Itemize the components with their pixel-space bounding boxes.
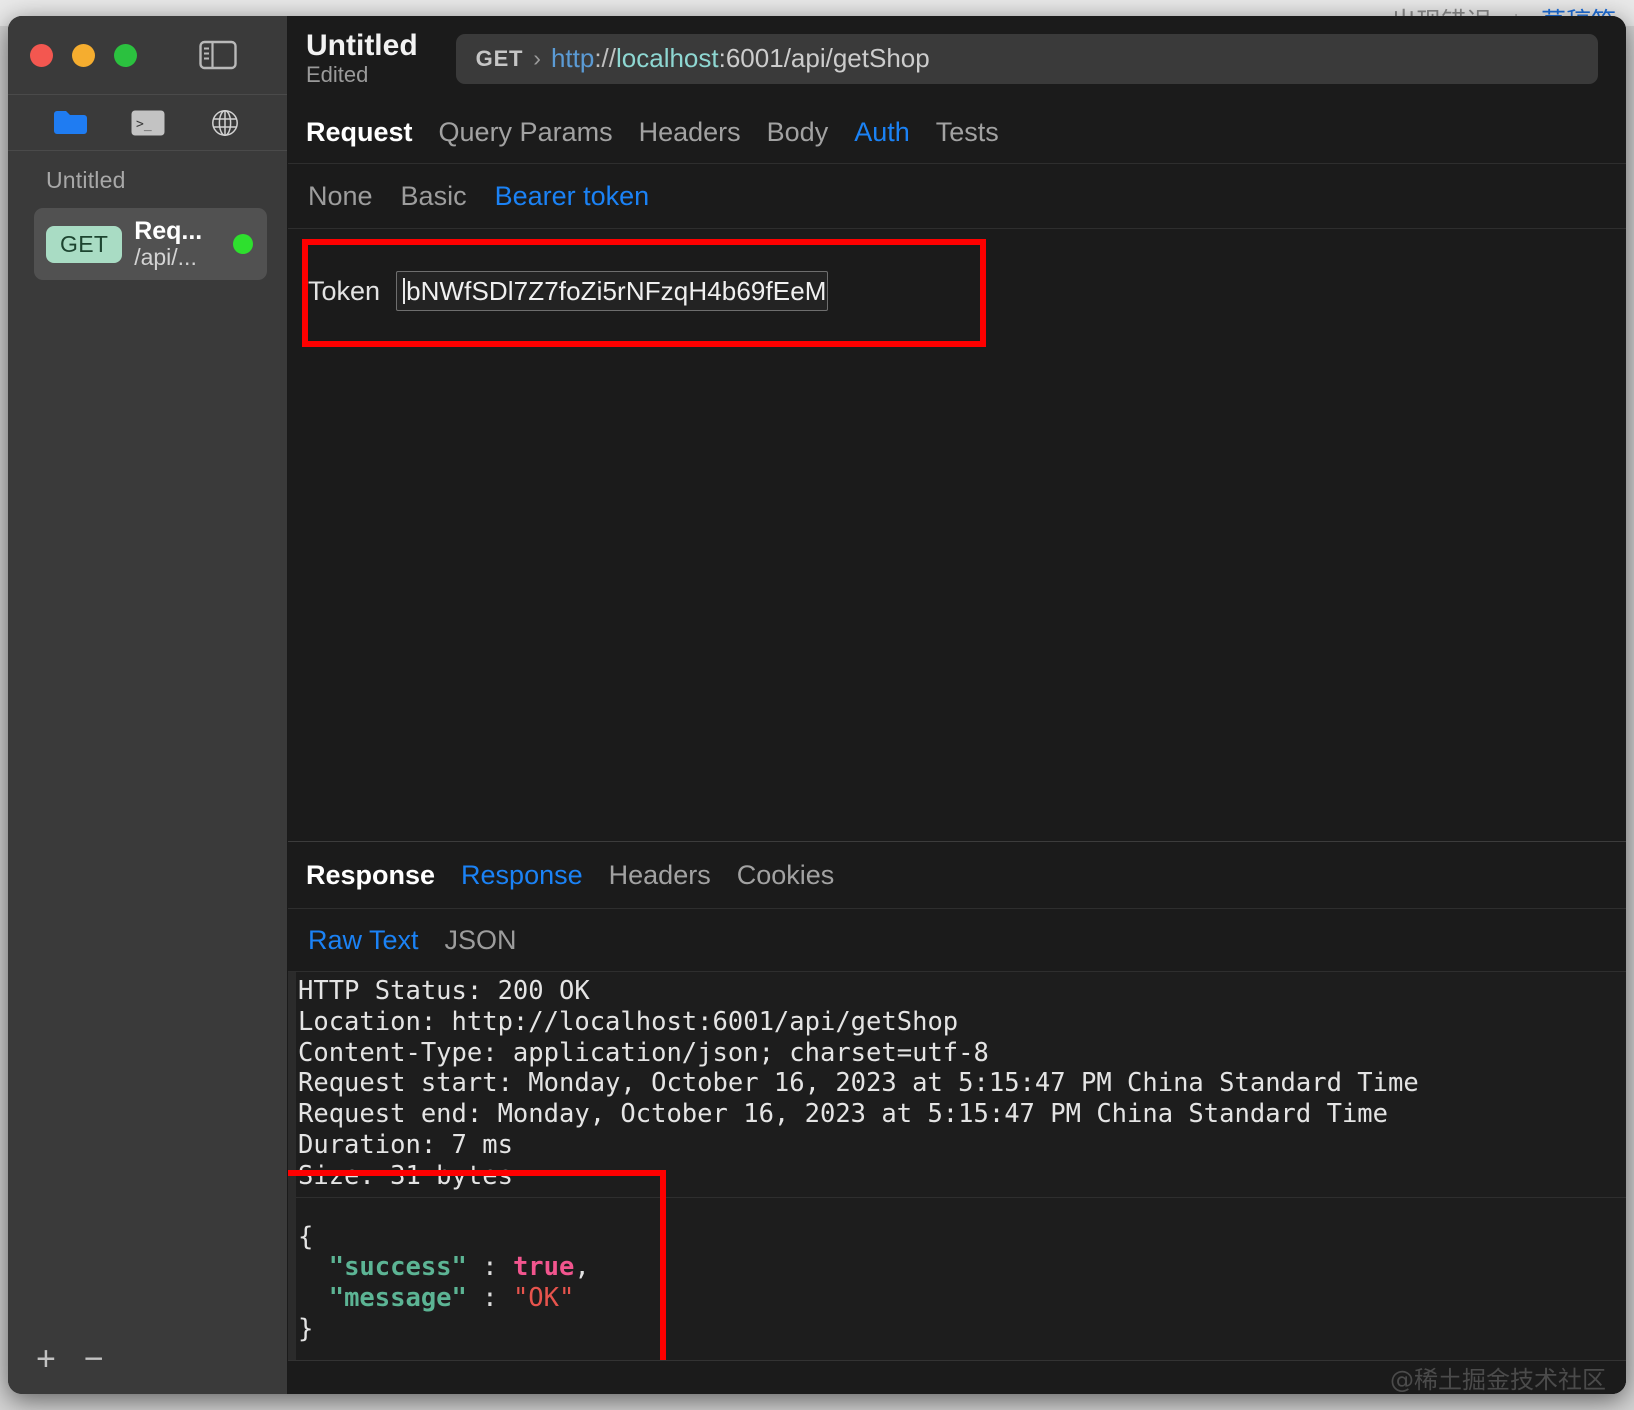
json-value-success: true — [512, 1252, 575, 1283]
response-meta-text: HTTP Status: 200 OK Location: http://loc… — [288, 972, 1626, 1192]
json-open-brace: { — [298, 1221, 314, 1252]
tab-auth[interactable]: Auth — [854, 117, 910, 148]
main-content: Untitled Edited GET › http://localhost:6… — [288, 16, 1626, 1394]
json-key-success: "success" — [328, 1252, 467, 1283]
tab-response-cookies[interactable]: Cookies — [737, 860, 835, 891]
auth-tab-bearer[interactable]: Bearer token — [495, 181, 650, 212]
sidebar-toggle-icon[interactable] — [199, 40, 237, 70]
meta-line-content-type: Content-Type: application/json; charset=… — [298, 1037, 989, 1068]
response-section-label: Response — [306, 859, 436, 890]
request-method-badge: GET — [46, 225, 123, 263]
tab-body[interactable]: Body — [767, 117, 829, 148]
svg-text:>_: >_ — [136, 117, 152, 132]
json-value-message: "OK" — [512, 1283, 575, 1314]
request-labels: Req... /api/... — [134, 217, 221, 271]
sidebar-footer: + − — [8, 1324, 287, 1394]
token-input[interactable]: bNWfSDl7Z7foZi5rNFzqH4b69fEeM — [396, 271, 829, 311]
maximize-window-button[interactable] — [114, 43, 137, 67]
remove-request-button[interactable]: − — [84, 1342, 104, 1376]
json-comma-0: , — [574, 1252, 590, 1283]
tab-response[interactable]: Response — [461, 860, 583, 891]
meta-line-request-end: Request end: Monday, October 16, 2023 at… — [298, 1099, 1389, 1130]
meta-line-duration: Duration: 7 ms — [298, 1129, 513, 1160]
document-status: Edited — [306, 61, 369, 87]
chevron-right-icon: › — [533, 45, 541, 71]
json-colon-0: : — [466, 1252, 513, 1283]
tab-json[interactable]: JSON — [445, 925, 517, 956]
url-method-label[interactable]: GET — [476, 46, 524, 72]
response-format-tab-bar: Raw Text JSON — [288, 909, 1626, 971]
json-close-brace: } — [298, 1313, 314, 1344]
auth-tab-basic[interactable]: Basic — [401, 181, 467, 212]
meta-line-size: Size: 31 bytes — [298, 1160, 513, 1191]
tab-headers[interactable]: Headers — [639, 117, 741, 148]
request-path: /api/... — [134, 245, 197, 271]
app-window: >_ Untitled GET Req... /api/... + − Unti… — [8, 16, 1626, 1394]
close-window-button[interactable] — [30, 43, 53, 67]
json-colon-1: : — [466, 1283, 513, 1314]
sidebar-section-title: Untitled — [46, 167, 126, 193]
auth-type-tab-bar: None Basic Bearer token — [288, 164, 1626, 228]
meta-line-status: HTTP Status: 200 OK — [298, 976, 590, 1006]
token-value: bNWfSDl7Z7foZi5rNFzqH4b69fEeM — [406, 275, 827, 306]
page-title: Untitled — [306, 29, 418, 63]
url-scheme: http — [550, 43, 595, 73]
terminal-icon[interactable]: >_ — [126, 106, 170, 140]
request-name: Req... — [134, 217, 203, 246]
meta-line-request-start: Request start: Monday, October 16, 2023 … — [298, 1068, 1419, 1099]
response-panel: Response Response Headers Cookies Raw Te… — [288, 841, 1626, 1394]
url-host: localhost — [616, 43, 719, 73]
traffic-lights — [30, 43, 137, 67]
request-tab-bar: Request Query Params Headers Body Auth T… — [288, 101, 1626, 163]
token-row: Token bNWfSDl7Z7foZi5rNFzqH4b69fEeM — [308, 271, 829, 311]
text-caret — [403, 278, 406, 304]
folder-icon[interactable] — [49, 106, 93, 140]
token-label: Token — [308, 275, 381, 306]
add-request-button[interactable]: + — [36, 1342, 56, 1376]
sidebar-request-item[interactable]: GET Req... /api/... — [34, 208, 267, 280]
json-key-message: "message" — [328, 1283, 467, 1314]
tab-raw-text[interactable]: Raw Text — [308, 925, 419, 956]
url-separator: :// — [594, 43, 616, 73]
minimize-window-button[interactable] — [72, 43, 95, 67]
window-titlebar — [8, 16, 287, 94]
auth-tab-none[interactable]: None — [308, 181, 373, 212]
response-footer: @稀土掘金技术社区 — [288, 1360, 1626, 1394]
auth-token-panel: Token bNWfSDl7Z7foZi5rNFzqH4b69fEeM — [288, 229, 1626, 841]
tab-query-params[interactable]: Query Params — [439, 117, 613, 148]
globe-icon[interactable] — [203, 106, 247, 140]
main-header: Untitled Edited GET › http://localhost:6… — [288, 16, 1626, 101]
tab-tests[interactable]: Tests — [936, 117, 999, 148]
url-bar[interactable]: GET › http://localhost:6001/api/getShop — [455, 33, 1598, 84]
response-body[interactable]: HTTP Status: 200 OK Location: http://loc… — [288, 971, 1626, 1360]
sidebar-toolbar: >_ — [8, 94, 287, 151]
url-input[interactable]: http://localhost:6001/api/getShop — [551, 43, 930, 74]
response-tab-bar: Response Response Headers Cookies — [288, 842, 1626, 908]
watermark-text: @稀土掘金技术社区 — [1390, 1366, 1606, 1394]
request-status-dot — [233, 234, 253, 254]
url-path: :6001/api/getShop — [718, 43, 930, 73]
sidebar: >_ Untitled GET Req... /api/... + − — [8, 16, 288, 1394]
response-json-text: { "success" : true, "message" : "OK" } — [288, 1198, 1626, 1345]
tab-response-headers[interactable]: Headers — [609, 860, 711, 891]
meta-line-location: Location: http://localhost:6001/api/getS… — [298, 1006, 959, 1037]
response-gutter — [288, 972, 296, 1360]
tab-request[interactable]: Request — [306, 117, 413, 148]
document-title-group: Untitled Edited — [306, 29, 418, 87]
